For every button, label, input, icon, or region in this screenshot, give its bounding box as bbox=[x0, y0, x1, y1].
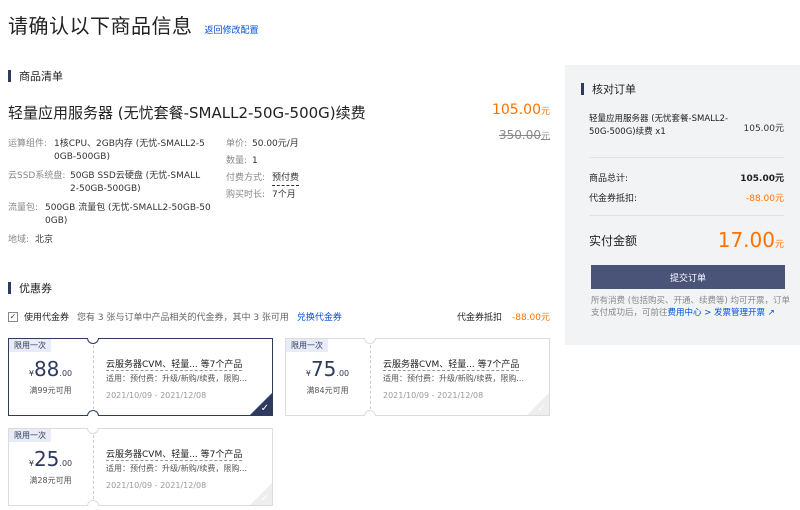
spec-region: 地域: 北京 bbox=[8, 234, 218, 248]
coupon-tag: 限用一次 bbox=[9, 429, 51, 442]
spec-quantity-value: 1 bbox=[252, 156, 258, 166]
pay-amount-value: 17.00元 bbox=[717, 228, 784, 252]
divider bbox=[589, 215, 784, 216]
summary-total-value: 105.00元 bbox=[740, 174, 784, 184]
use-voucher-checkbox[interactable]: ✓ bbox=[8, 311, 18, 322]
check-icon: ✓ bbox=[260, 403, 269, 414]
spec-pay-mode: 付费方式: 预付费 bbox=[226, 172, 346, 186]
product-price-old: 350.00元 bbox=[498, 128, 550, 142]
product-section-title: 商品清单 bbox=[8, 68, 63, 84]
section-bar bbox=[8, 282, 11, 294]
spec-quantity: 数量: 1 bbox=[226, 155, 346, 169]
spec-duration-value: 7个月 bbox=[272, 190, 296, 200]
voucher-count-desc: 您有 3 张与订单中产品相关的代金券，其中 3 张可用 bbox=[77, 313, 289, 323]
page-header: 请确认以下商品信息 返回修改配置 bbox=[8, 10, 259, 39]
spec-pay-mode-value: 预付费 bbox=[272, 172, 300, 186]
summary-item-name: 轻量应用服务器 (无忧套餐-SMALL2-50G-500G)续费 x1 bbox=[589, 114, 729, 137]
redeem-voucher-link[interactable]: 兑换代金券 bbox=[297, 310, 342, 323]
section-bar bbox=[8, 70, 11, 82]
coupon-rule: 适用：预付费：升级/新购/续费，限购... bbox=[106, 374, 248, 383]
spec-compute-value-2: 0GB-500GB) bbox=[54, 152, 110, 162]
coupon-date: 2021/10/09 - 2021/12/08 bbox=[106, 391, 207, 400]
spec-quantity-key: 数量: bbox=[226, 156, 248, 166]
summary-voucher-label: 代金券抵扣: bbox=[589, 194, 638, 204]
product-price-now: 105.00元 bbox=[491, 102, 550, 118]
spec-compute-value-1: 1核CPU、2GB内存 (无忧-SMALL2-5 bbox=[54, 139, 205, 149]
spec-ssd-value-1: 50GB SSD云硬盘 (无忧-SMALL bbox=[70, 171, 201, 181]
pay-amount-label: 实付金额 bbox=[589, 234, 638, 248]
spec-compute-key: 运算组件: bbox=[8, 139, 48, 149]
coupon-date: 2021/10/09 - 2021/12/08 bbox=[383, 391, 484, 400]
coupon-amount: ¥75.00 bbox=[305, 357, 350, 381]
product-section-label: 商品清单 bbox=[19, 70, 63, 83]
spec-ssd-key: 云SSD系统盘: bbox=[8, 171, 66, 181]
coupon-condition: 满28元可用 bbox=[29, 476, 72, 485]
spec-unit-price-value: 50.00元/月 bbox=[252, 139, 299, 149]
spec-ssd-value-2: 2-50GB-500GB) bbox=[70, 184, 141, 194]
coupon-scope[interactable]: 云服务器CVM、轻量... 等7个产品 bbox=[106, 357, 243, 371]
coupon-condition: 满99元可用 bbox=[29, 386, 72, 395]
page-title: 请确认以下商品信息 bbox=[8, 14, 193, 38]
submit-order-button[interactable]: 提交订单 bbox=[591, 265, 785, 289]
external-link-icon[interactable]: ↗ bbox=[765, 308, 775, 318]
spec-duration-key: 购买时长: bbox=[226, 190, 266, 200]
coupon-rule: 适用：预付费：升级/新购/续费，限购... bbox=[383, 374, 525, 383]
use-voucher-row: ✓ 使用代金券 您有 3 张与订单中产品相关的代金券，其中 3 张可用 兑换代金… bbox=[8, 310, 550, 323]
spec-traffic: 流量包: 500GB 流量包 (无忧-SMALL2-50GB-50 0GB) bbox=[8, 202, 218, 230]
order-summary-panel: 核对订单 轻量应用服务器 (无忧套餐-SMALL2-50G-500G)续费 x1… bbox=[565, 65, 800, 345]
check-icon: ✓ bbox=[537, 403, 546, 414]
coupon-condition: 满84元可用 bbox=[306, 386, 349, 395]
coupon-rule: 适用：预付费：升级/新购/续费，限购... bbox=[106, 464, 248, 473]
spec-region-key: 地域: bbox=[8, 235, 30, 245]
summary-voucher-value: -88.00元 bbox=[745, 194, 784, 204]
summary-item-price: 105.00元 bbox=[743, 124, 785, 134]
spec-region-value: 北京 bbox=[35, 235, 54, 245]
spec-traffic-value-1: 500GB 流量包 (无忧-SMALL2-50GB-50 bbox=[45, 203, 211, 213]
check-icon: ✓ bbox=[260, 493, 269, 504]
spec-compute: 运算组件: 1核CPU、2GB内存 (无忧-SMALL2-5 0GB-500GB… bbox=[8, 138, 218, 166]
spec-traffic-value-2: 0GB) bbox=[45, 216, 68, 226]
coupon-amount: ¥25.00 bbox=[28, 447, 73, 471]
coupon-tag: 限用一次 bbox=[286, 339, 328, 352]
voucher-deduct: 代金券抵扣 -88.00元 bbox=[456, 313, 550, 323]
coupon-scope[interactable]: 云服务器CVM、轻量... 等7个产品 bbox=[383, 357, 520, 371]
spec-traffic-key: 流量包: bbox=[8, 203, 39, 213]
spec-duration: 购买时长: 7个月 bbox=[226, 189, 346, 203]
coupon-date: 2021/10/09 - 2021/12/08 bbox=[106, 481, 207, 490]
summary-title-label: 核对订单 bbox=[592, 83, 636, 96]
summary-title: 核对订单 bbox=[581, 81, 636, 97]
spec-unit-price: 单价: 50.00元/月 bbox=[226, 138, 346, 152]
voucher-section-title: 优惠券 bbox=[8, 280, 52, 296]
invoice-center-link[interactable]: 费用中心 > 发票管理开票 bbox=[668, 308, 766, 318]
coupon-card-3[interactable]: 限用一次 ¥25.00 满28元可用 云服务器CVM、轻量... 等7个产品 适… bbox=[8, 428, 273, 506]
spec-pay-mode-key: 付费方式: bbox=[226, 173, 266, 183]
coupon-tag: 限用一次 bbox=[9, 339, 51, 352]
spec-ssd: 云SSD系统盘: 50GB SSD云硬盘 (无忧-SMALL 2-50GB-50… bbox=[8, 170, 218, 198]
voucher-deduct-value: -88.00元 bbox=[511, 313, 550, 323]
coupon-scope[interactable]: 云服务器CVM、轻量... 等7个产品 bbox=[106, 447, 243, 461]
back-to-config-link[interactable]: 返回修改配置 bbox=[205, 23, 259, 36]
coupon-card-1[interactable]: 限用一次 ¥88.00 满99元可用 云服务器CVM、轻量... 等7个产品 适… bbox=[8, 338, 273, 416]
section-bar bbox=[581, 83, 584, 95]
product-name: 轻量应用服务器 (无忧套餐-SMALL2-50G-500G)续费 bbox=[8, 104, 366, 122]
coupon-amount: ¥88.00 bbox=[28, 357, 73, 381]
use-voucher-label[interactable]: 使用代金券 bbox=[24, 310, 69, 323]
invoice-note: 所有消费 (包括购买、开通、续费等) 均可开票，订单支付成功后，可前往费用中心 … bbox=[591, 295, 791, 319]
summary-total-label: 商品总计: bbox=[589, 174, 629, 184]
coupon-card-2[interactable]: 限用一次 ¥75.00 满84元可用 云服务器CVM、轻量... 等7个产品 适… bbox=[285, 338, 550, 416]
divider bbox=[589, 157, 784, 158]
voucher-section-label: 优惠券 bbox=[19, 282, 52, 295]
spec-unit-price-key: 单价: bbox=[226, 139, 248, 149]
